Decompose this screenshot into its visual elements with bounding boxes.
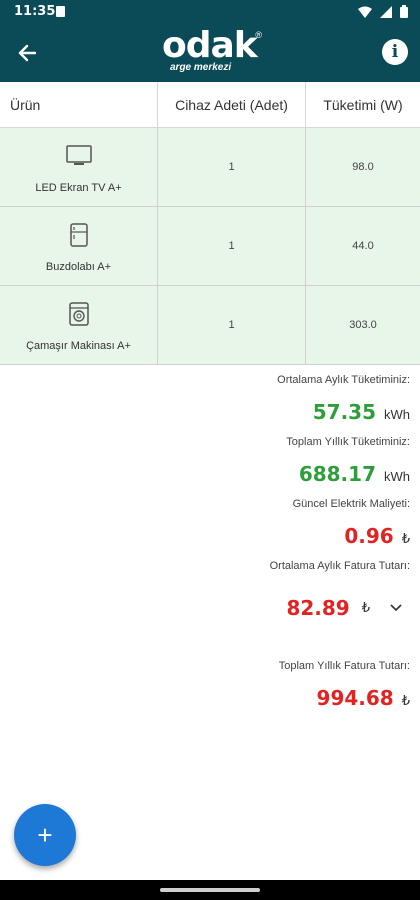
table-row[interactable]: Çamaşır Makinası A+ 1 303.0 xyxy=(0,286,420,365)
logo-word: odak xyxy=(162,25,258,66)
appliance-table: Ürün Cihaz Adeti (Adet) Tüketimi (W) LED… xyxy=(0,82,420,365)
electricity-cost-label: Güncel Elektrik Maliyeti: xyxy=(292,498,410,510)
tv-icon xyxy=(65,142,93,170)
monthly-bill: 82.89 ₺ xyxy=(10,596,410,620)
yearly-consumption: 688.17 kWh xyxy=(10,462,410,486)
header-device-count: Cihaz Adeti (Adet) xyxy=(158,82,306,127)
fridge-icon xyxy=(65,221,93,249)
consumption-cell: 303.0 xyxy=(349,319,377,331)
wifi-icon xyxy=(358,6,372,18)
count-cell: 1 xyxy=(158,207,306,285)
monthly-consumption-label: Ortalama Aylık Tüketiminiz: xyxy=(277,374,410,386)
add-appliance-button[interactable]: + xyxy=(14,804,76,866)
yearly-bill-unit: ₺ xyxy=(401,693,410,708)
logo-registered-mark: ® xyxy=(255,30,262,40)
product-cell: Buzdolabı A+ xyxy=(0,207,158,285)
yearly-bill: 994.68 ₺ xyxy=(10,686,410,710)
header-product: Ürün xyxy=(0,82,158,127)
yearly-consumption-value: 688.17 xyxy=(298,462,376,486)
monthly-consumption: 57.35 kWh xyxy=(10,400,410,424)
yearly-bill-value: 994.68 xyxy=(316,686,394,710)
back-button[interactable] xyxy=(12,38,42,68)
consumption-cell: 98.0 xyxy=(352,161,374,173)
plus-icon: + xyxy=(37,820,53,850)
summary-section: Ortalama Aylık Tüketiminiz: 57.35 kWh To… xyxy=(10,374,410,710)
logo-subtitle: arge merkezi xyxy=(170,62,232,73)
monthly-bill-value: 82.89 xyxy=(286,596,350,620)
yearly-bill-label: Toplam Yıllık Fatura Tutarı: xyxy=(278,660,410,672)
status-bar: 11:35 xyxy=(0,0,420,24)
product-name: LED Ekran TV A+ xyxy=(35,182,122,194)
table-row[interactable]: LED Ekran TV A+ 1 98.0 xyxy=(0,128,420,207)
yearly-consumption-unit: kWh xyxy=(384,469,410,484)
product-name: Çamaşır Makinası A+ xyxy=(26,340,131,352)
electricity-cost-unit: ₺ xyxy=(401,531,410,546)
washing-machine-icon xyxy=(65,300,93,328)
monthly-bill-label: Ortalama Aylık Fatura Tutarı: xyxy=(269,560,410,572)
consumption-cell: 44.0 xyxy=(352,240,374,252)
table-row[interactable]: Buzdolabı A+ 1 44.0 xyxy=(0,207,420,286)
chevron-down-icon[interactable] xyxy=(382,604,410,612)
yearly-consumption-label: Toplam Yıllık Tüketiminiz: xyxy=(286,436,410,448)
app-bar: odak ® arge merkezi i xyxy=(0,24,420,82)
signal-icon xyxy=(380,5,392,18)
home-handle[interactable] xyxy=(160,888,260,892)
monthly-consumption-value: 57.35 xyxy=(312,400,376,424)
product-name: Buzdolabı A+ xyxy=(45,261,112,273)
product-cell: LED Ekran TV A+ xyxy=(0,128,158,206)
arrow-left-icon xyxy=(18,44,36,62)
odak-logo: odak ® arge merkezi xyxy=(160,25,262,76)
info-icon: i xyxy=(391,42,399,62)
monthly-consumption-unit: kWh xyxy=(384,407,410,422)
header-consumption: Tüketimi (W) xyxy=(323,96,403,113)
info-button[interactable]: i xyxy=(382,39,408,65)
status-icons xyxy=(358,5,408,18)
table-header: Ürün Cihaz Adeti (Adet) Tüketimi (W) xyxy=(0,82,420,128)
battery-icon xyxy=(400,5,408,18)
monthly-bill-unit: ₺ xyxy=(361,600,370,615)
count-cell: 1 xyxy=(158,128,306,206)
electricity-cost: 0.96 ₺ xyxy=(10,524,410,548)
electricity-cost-value: 0.96 xyxy=(344,524,394,548)
product-cell: Çamaşır Makinası A+ xyxy=(0,286,158,364)
system-navigation-bar xyxy=(0,880,420,900)
status-time: 11:35 xyxy=(14,4,56,19)
count-cell: 1 xyxy=(158,286,306,364)
sd-card-icon xyxy=(56,6,65,17)
